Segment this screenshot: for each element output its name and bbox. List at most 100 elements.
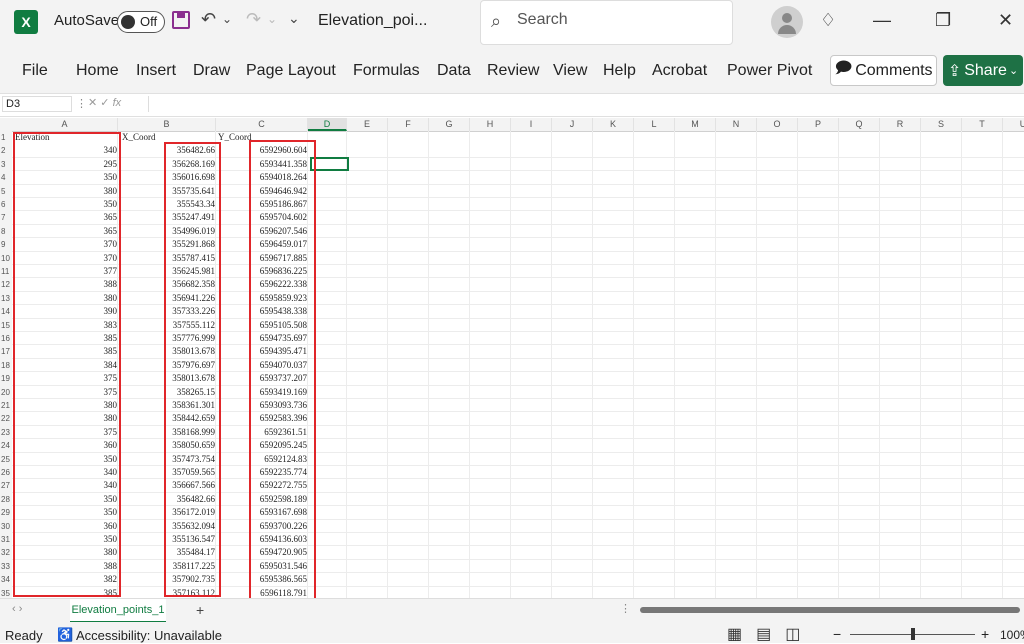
row-number[interactable]: 25 [0, 452, 12, 466]
row-number[interactable]: 10 [0, 251, 12, 265]
sheet-nav-icon[interactable]: ‹ › [12, 603, 22, 615]
row-number[interactable]: 7 [0, 211, 12, 225]
row-number[interactable]: 24 [0, 439, 12, 453]
column-header-i[interactable]: I [511, 118, 552, 131]
search-box[interactable]: ⌕ Search [480, 0, 733, 45]
tab-home[interactable]: Home [76, 62, 119, 80]
row-number[interactable]: 15 [0, 318, 12, 332]
column-header-o[interactable]: O [757, 118, 798, 131]
row-number[interactable]: 16 [0, 332, 12, 346]
column-header-q[interactable]: Q [839, 118, 880, 131]
cancel-icon[interactable]: ✕ [88, 97, 97, 109]
avatar[interactable] [771, 6, 803, 38]
zoom-level[interactable]: 100% [1000, 628, 1024, 642]
column-header-r[interactable]: R [880, 118, 921, 131]
row-number[interactable]: 5 [0, 184, 12, 198]
tab-help[interactable]: Help [603, 62, 636, 80]
column-header-b[interactable]: B [118, 118, 216, 131]
formula-input[interactable] [148, 96, 1024, 112]
save-icon[interactable] [172, 11, 190, 29]
tab-view[interactable]: View [553, 62, 587, 80]
row-number[interactable]: 8 [0, 224, 12, 239]
row-number[interactable]: 2 [0, 144, 12, 158]
tab-file[interactable]: File [22, 62, 48, 80]
tab-power-pivot[interactable]: Power Pivot [727, 62, 812, 80]
normal-view-icon[interactable]: ▦ [727, 626, 756, 643]
row-number[interactable]: 31 [0, 533, 12, 547]
row-number[interactable]: 11 [0, 265, 12, 279]
comments-button[interactable]: 🗩 Comments [830, 55, 937, 86]
column-header-c[interactable]: C [216, 118, 308, 131]
column-header-l[interactable]: L [634, 118, 675, 131]
tab-acrobat[interactable]: Acrobat [652, 62, 707, 80]
column-header-u[interactable]: U [1003, 118, 1024, 131]
column-header-d[interactable]: D [308, 118, 347, 131]
more-options-icon[interactable]: ⋮ [76, 97, 87, 110]
row-number[interactable]: 6 [0, 198, 12, 212]
zoom-in-icon[interactable]: + [981, 626, 989, 642]
tab-formulas[interactable]: Formulas [353, 62, 420, 80]
row-number[interactable]: 29 [0, 506, 12, 520]
row-number[interactable]: 9 [0, 238, 12, 252]
column-header-p[interactable]: P [798, 118, 839, 131]
column-header-e[interactable]: E [347, 118, 388, 131]
tab-draw[interactable]: Draw [193, 62, 230, 80]
row-number[interactable]: 14 [0, 305, 12, 319]
function-icon[interactable]: fx [113, 97, 122, 109]
row-number[interactable]: 27 [0, 479, 12, 493]
undo-dropdown-icon[interactable]: ⌄ [222, 12, 232, 26]
column-header-s[interactable]: S [921, 118, 962, 131]
autosave-toggle[interactable]: Off [117, 11, 165, 33]
restore-icon[interactable]: ❐ [935, 10, 951, 31]
enter-icon[interactable]: ✓ [100, 97, 109, 109]
row-number[interactable]: 32 [0, 546, 12, 560]
row-number[interactable]: 23 [0, 425, 12, 440]
row-number[interactable]: 26 [0, 466, 12, 480]
row-number[interactable]: 18 [0, 358, 12, 373]
row-number[interactable]: 3 [0, 157, 12, 172]
sheet-tab-active[interactable]: Elevation_points_1 [70, 599, 166, 623]
tab-data[interactable]: Data [437, 62, 471, 80]
tab-page-layout[interactable]: Page Layout [246, 62, 336, 80]
undo-icon[interactable]: ↶ [201, 9, 216, 30]
tab-insert[interactable]: Insert [136, 62, 176, 80]
column-header-t[interactable]: T [962, 118, 1003, 131]
share-button[interactable]: ⇪ Share ⌄ [943, 55, 1023, 86]
column-header-g[interactable]: G [429, 118, 470, 131]
row-number[interactable]: 33 [0, 559, 12, 574]
page-break-view-icon[interactable]: ◫ [785, 626, 814, 643]
view-mode-icons[interactable]: ▦▤◫ [727, 624, 814, 644]
horizontal-scrollbar[interactable] [640, 607, 1020, 613]
row-number[interactable]: 20 [0, 385, 12, 399]
row-number[interactable]: 19 [0, 372, 12, 386]
page-layout-view-icon[interactable]: ▤ [756, 626, 785, 643]
row-number[interactable]: 4 [0, 171, 12, 185]
column-header-n[interactable]: N [716, 118, 757, 131]
customize-toolbar-icon[interactable]: ⌄ [288, 10, 300, 27]
lightbulb-icon[interactable]: ♢ [820, 10, 836, 31]
name-box[interactable]: D3 [2, 96, 72, 112]
zoom-out-icon[interactable]: − [833, 626, 841, 642]
row-number[interactable]: 1 [0, 131, 12, 145]
document-title[interactable]: Elevation_poi... [318, 12, 427, 30]
accessibility-status[interactable]: Accessibility: Unavailable [76, 628, 222, 643]
minimize-icon[interactable]: — [873, 10, 891, 31]
row-number[interactable]: 35 [0, 586, 12, 598]
tab-review[interactable]: Review [487, 62, 539, 80]
row-number[interactable]: 13 [0, 291, 12, 306]
row-number[interactable]: 22 [0, 412, 12, 426]
spreadsheet-grid[interactable]: ABCDEFGHIJKLMNOPQRSTU 1 Elevation X_Coor… [0, 118, 1024, 598]
column-header-f[interactable]: F [388, 118, 429, 131]
column-header-k[interactable]: K [593, 118, 634, 131]
row-number[interactable]: 21 [0, 399, 12, 413]
redo-icon[interactable]: ↷ [246, 9, 261, 30]
redo-dropdown-icon[interactable]: ⌄ [267, 12, 277, 26]
column-header-a[interactable]: A [12, 118, 118, 131]
close-icon[interactable]: ✕ [998, 10, 1013, 31]
column-header-h[interactable]: H [470, 118, 511, 131]
column-header-m[interactable]: M [675, 118, 716, 131]
zoom-slider-thumb[interactable] [911, 628, 915, 640]
row-number[interactable]: 12 [0, 278, 12, 292]
row-number[interactable]: 28 [0, 492, 12, 507]
add-sheet-icon[interactable]: + [196, 602, 204, 618]
